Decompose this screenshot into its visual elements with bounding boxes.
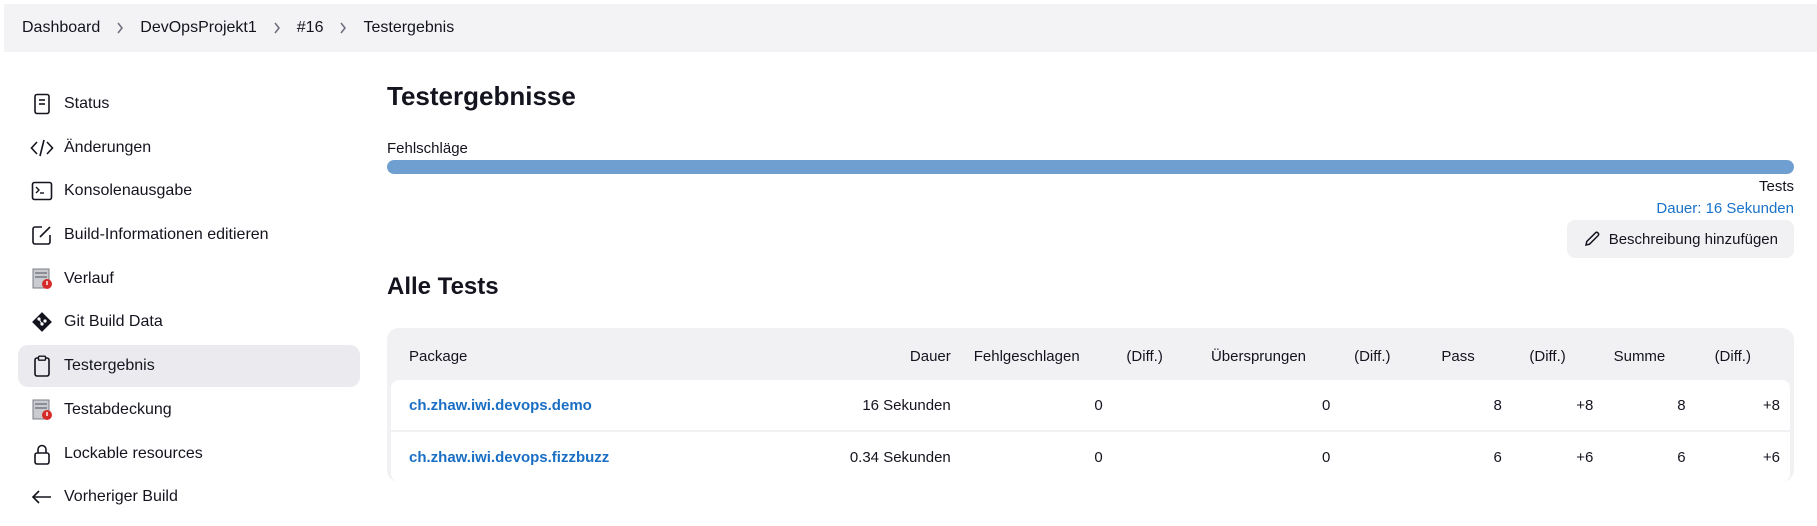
cell-diff-uebersprungen xyxy=(1330,432,1415,482)
sidebar-item-lockable-resources[interactable]: Lockable resources xyxy=(18,433,360,475)
table-row: ch.zhaw.iwi.devops.demo 16 Sekunden 0 0 … xyxy=(391,380,1790,432)
sidebar-item-testabdeckung[interactable]: Testabdeckung xyxy=(18,389,360,431)
package-link[interactable]: ch.zhaw.iwi.devops.fizzbuzz xyxy=(409,449,609,466)
code-icon xyxy=(30,136,54,160)
chevron-right-icon xyxy=(116,22,124,34)
sidebar-item-label: Testabdeckung xyxy=(64,400,172,418)
sidebar-item-label: Build-Informationen editieren xyxy=(64,226,269,244)
arrow-left-icon xyxy=(30,485,54,509)
sidebar-item-git-build-data[interactable]: Git Build Data xyxy=(18,301,360,343)
col-header-diff-uebersprungen[interactable]: (Diff.) xyxy=(1330,332,1414,380)
sidebar-item-label: Git Build Data xyxy=(64,313,163,331)
sidebar-item-konsolenausgabe[interactable]: Konsolenausgabe xyxy=(18,170,360,212)
sidebar-item-label: Konsolenausgabe xyxy=(64,182,193,200)
col-header-fehlgeschlagen[interactable]: Fehlgeschlagen xyxy=(951,332,1103,380)
git-icon xyxy=(30,310,54,334)
cell-diff-fehlgeschlagen xyxy=(1102,380,1187,432)
cell-package: ch.zhaw.iwi.devops.fizzbuzz xyxy=(391,432,811,482)
col-header-uebersprungen[interactable]: Übersprungen xyxy=(1187,332,1331,380)
cell-diff-pass: +6 xyxy=(1501,432,1594,482)
cell-pass: 8 xyxy=(1414,380,1502,432)
lock-icon xyxy=(30,442,54,466)
add-description-button[interactable]: Beschreibung hinzufügen xyxy=(1566,220,1794,258)
col-header-diff-fehlgeschlagen[interactable]: (Diff.) xyxy=(1103,332,1187,380)
col-header-diff-pass[interactable]: (Diff.) xyxy=(1502,332,1594,380)
cell-diff-uebersprungen xyxy=(1330,380,1415,432)
chevron-right-icon xyxy=(339,22,347,34)
cell-pass: 6 xyxy=(1414,432,1502,482)
sidebar-item-status[interactable]: Status xyxy=(18,83,360,125)
test-results-table: Package Dauer Fehlgeschlagen (Diff.) Übe… xyxy=(387,328,1794,482)
breadcrumb-project[interactable]: DevOpsProjekt1 xyxy=(140,19,257,37)
breadcrumb-build[interactable]: #16 xyxy=(297,19,324,37)
chevron-right-icon xyxy=(273,22,281,34)
cell-diff-fehlgeschlagen xyxy=(1102,432,1187,482)
coverage-icon xyxy=(30,398,54,422)
cell-fehlgeschlagen: 0 xyxy=(950,432,1103,482)
sidebar-item-label: Verlauf xyxy=(64,269,114,287)
cell-dauer: 16 Sekunden xyxy=(810,380,951,432)
add-description-label: Beschreibung hinzufügen xyxy=(1608,230,1778,248)
table-header-row: Package Dauer Fehlgeschlagen (Diff.) Übe… xyxy=(391,332,1790,380)
sidebar-item-label: Vorheriger Build xyxy=(64,488,178,506)
main-content: Testergebnisse Fehlschläge Tests Dauer: … xyxy=(387,78,1797,482)
progress-fill xyxy=(387,160,1794,174)
all-tests-heading: Alle Tests xyxy=(387,273,499,300)
sidebar-item-build-informationen[interactable]: Build-Informationen editieren xyxy=(18,214,360,256)
document-icon xyxy=(30,92,54,116)
col-header-pass[interactable]: Pass xyxy=(1414,332,1502,380)
breadcrumb-testergebnis[interactable]: Testergebnis xyxy=(363,19,454,37)
breadcrumb: Dashboard DevOpsProjekt1 #16 Testergebni… xyxy=(4,4,1817,52)
col-header-summe[interactable]: Summe xyxy=(1593,332,1685,380)
failure-progress-bar xyxy=(387,160,1794,174)
cell-fehlgeschlagen: 0 xyxy=(950,380,1103,432)
history-icon xyxy=(30,267,54,291)
terminal-icon xyxy=(30,179,54,203)
edit-icon xyxy=(30,223,54,247)
cell-diff-summe: +6 xyxy=(1685,432,1790,482)
sidebar-item-label: Lockable resources xyxy=(64,444,203,462)
sidebar-item-testergebnis[interactable]: Testergebnis xyxy=(18,345,360,388)
cell-uebersprungen: 0 xyxy=(1186,432,1331,482)
sidebar-item-label: Testergebnis xyxy=(64,357,155,375)
sidebar-item-label: Änderungen xyxy=(64,138,152,156)
package-link[interactable]: ch.zhaw.iwi.devops.demo xyxy=(409,397,592,414)
cell-uebersprungen: 0 xyxy=(1186,380,1331,432)
sidebar-item-label: Status xyxy=(64,95,110,112)
pencil-icon xyxy=(1583,230,1601,248)
cell-package: ch.zhaw.iwi.devops.demo xyxy=(391,380,811,432)
col-header-diff-summe[interactable]: (Diff.) xyxy=(1686,332,1790,380)
cell-summe: 8 xyxy=(1593,380,1686,432)
col-header-package[interactable]: Package xyxy=(391,332,810,380)
cell-summe: 6 xyxy=(1593,432,1686,482)
duration-link[interactable]: Dauer: 16 Sekunden xyxy=(1656,200,1794,217)
sidebar-item-aenderungen[interactable]: Änderungen xyxy=(18,127,360,169)
breadcrumb-dashboard[interactable]: Dashboard xyxy=(22,19,100,37)
page-title: Testergebnisse xyxy=(387,81,576,111)
table-row: ch.zhaw.iwi.devops.fizzbuzz 0.34 Sekunde… xyxy=(391,432,1790,482)
col-header-dauer[interactable]: Dauer xyxy=(810,332,951,380)
sidebar: Status Änderungen Konsolenausgabe Build-… xyxy=(18,83,360,520)
clipboard-icon xyxy=(30,354,54,378)
cell-dauer: 0.34 Sekunden xyxy=(810,432,951,482)
sidebar-item-verlauf[interactable]: Verlauf xyxy=(18,258,360,300)
cell-diff-pass: +8 xyxy=(1501,380,1594,432)
sidebar-item-vorheriger-build[interactable]: Vorheriger Build xyxy=(18,476,360,518)
cell-diff-summe: +8 xyxy=(1685,380,1790,432)
failures-label: Fehlschläge xyxy=(387,140,468,157)
tests-label: Tests xyxy=(1758,178,1794,195)
